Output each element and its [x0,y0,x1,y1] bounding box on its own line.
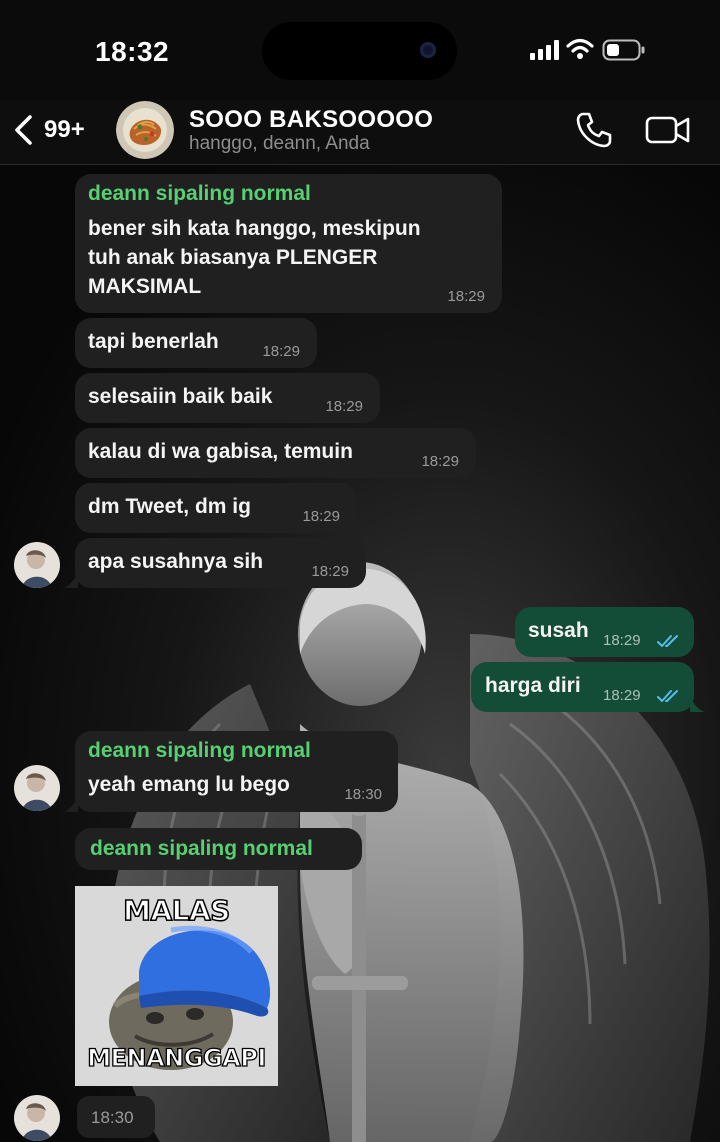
message-text: yeah emang lu bego [88,773,290,796]
group-members[interactable]: hanggo, deann, Anda [189,133,370,155]
message-text: kalau di wa gabisa, temuin [88,440,353,463]
group-avatar[interactable] [116,101,174,159]
wifi-icon [566,38,594,59]
signal-icon [530,40,559,60]
profile-photo-icon [14,542,60,588]
message-time: 18:29 [325,398,363,415]
message-time: 18:29 [447,288,485,305]
sender-avatar[interactable] [14,1095,60,1141]
voice-call-button[interactable] [574,110,614,150]
sticker-image[interactable]: MALAS MENANGGAPI [75,886,278,1086]
message-text: apa susahnya sih [88,550,264,573]
message-time: 18:29 [311,563,349,580]
video-call-button[interactable] [645,112,691,148]
profile-photo-icon [14,1095,60,1141]
message-time: 18:29 [302,508,340,525]
message-bubble[interactable]: deann sipaling normal bener sih kata han… [75,174,502,313]
message-time: 18:30 [344,786,382,803]
sender-name: deann sipaling normal [88,739,311,762]
sender-avatar[interactable] [14,542,60,588]
message-bubble[interactable]: kalau di wa gabisa, temuin 18:29 [75,428,476,478]
message-text: MAKSIMAL [88,275,202,298]
outgoing-message-bubble[interactable]: harga diri 18:29 [471,662,694,712]
phone-icon [576,112,612,148]
message-text: susah [528,619,589,642]
message-text: bener sih kata hanggo, meskipun [88,217,421,240]
sticker-caption-top: MALAS [122,893,231,928]
video-camera-icon [645,116,690,144]
double-check-icon [657,690,678,702]
message-list: deann sipaling normal bener sih kata han… [0,0,720,1142]
sender-avatar[interactable] [14,765,60,811]
message-bubble[interactable]: apa susahnya sih 18:29 [75,538,366,588]
unread-count: 99+ [44,116,85,143]
sticker-time-badge: 18:30 [77,1096,155,1138]
double-check-icon [657,635,678,647]
message-text: selesaiin baik baik [88,385,273,408]
message-bubble[interactable]: tapi benerlah 18:29 [75,318,317,368]
sender-name: deann sipaling normal [90,837,313,860]
camera-icon [420,42,436,58]
message-time: 18:29 [603,632,641,649]
back-button[interactable]: 99+ [12,110,85,150]
group-name[interactable]: SOOO BAKSOOOOO [189,106,433,134]
sender-name: deann sipaling normal [88,182,311,205]
message-time: 18:29 [603,687,641,704]
message-bubble[interactable]: selesaiin baik baik 18:29 [75,373,380,423]
message-bubble[interactable]: dm Tweet, dm ig 18:29 [75,483,357,533]
status-time: 18:32 [95,36,170,67]
status-bar: 18:32 [0,0,720,100]
message-time: 18:29 [421,453,459,470]
message-text: harga diri [485,674,581,697]
battery-icon [602,39,645,61]
profile-photo-icon [14,765,60,811]
back-chevron-icon [15,115,32,145]
message-bubble[interactable]: deann sipaling normal yeah emang lu bego… [75,731,398,812]
dynamic-island [262,22,457,80]
message-text: tapi benerlah [88,330,219,353]
message-time: 18:29 [262,343,300,360]
sender-name-bubble: deann sipaling normal [75,828,362,870]
chat-header: 99+ SOOO BAKSOOOOO hanggo, deann, Anda [0,100,720,165]
outgoing-message-bubble[interactable]: susah 18:29 [515,607,694,657]
food-photo-icon [116,101,174,159]
message-time: 18:30 [91,1108,134,1127]
sticker-caption-bottom: MENANGGAPI [87,1043,267,1072]
message-text: tuh anak biasanya PLENGER [88,246,378,269]
message-text: dm Tweet, dm ig [88,495,251,518]
